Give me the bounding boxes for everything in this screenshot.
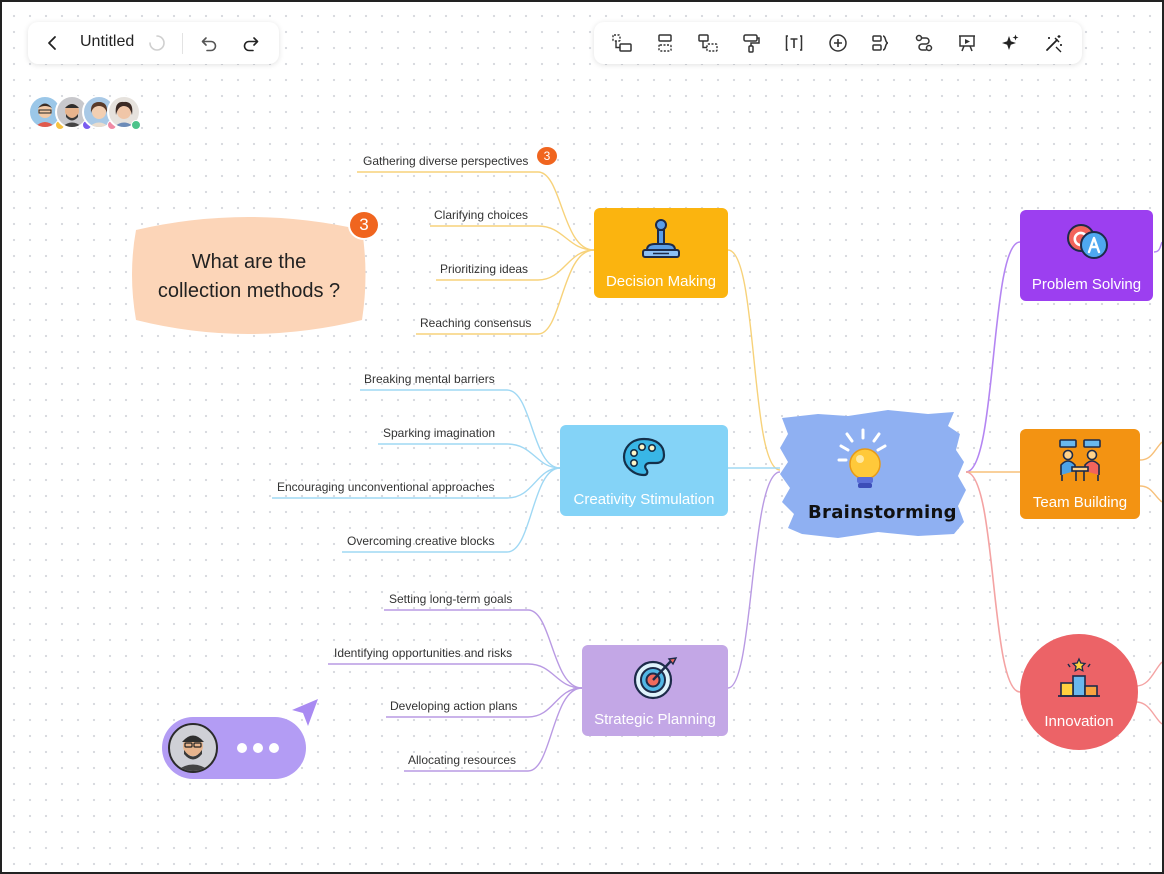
text-box-icon[interactable] [782,32,806,54]
leaf-prioritizing-ideas[interactable]: Prioritizing ideas [440,262,528,276]
team-meeting-icon [1056,437,1104,487]
node-problem-solving[interactable]: Problem Solving [1020,210,1153,301]
node-creativity-stimulation[interactable]: Creativity Stimulation [560,425,728,516]
undo-icon[interactable] [198,32,220,54]
node-label: Team Building [1032,494,1128,511]
typing-dots-icon [236,741,280,755]
center-node-label: Brainstorming [808,502,957,523]
lightbulb-icon [835,428,891,494]
mindmap-canvas[interactable]: Untitled What are the collection methods… [0,0,1164,874]
leaf-opportunities-risks[interactable]: Identifying opportunities and risks [334,646,512,660]
chat-typing-bubble[interactable] [162,717,306,779]
comment-count-badge[interactable]: 3 [348,210,380,240]
collaborator-cursor-icon [288,696,322,730]
node-label: Strategic Planning [594,711,716,728]
chat-user-avatar [168,723,218,773]
toolbar-divider [182,33,183,54]
insert-subtopic-icon[interactable] [610,32,634,54]
leaf-long-term-goals[interactable]: Setting long-term goals [389,592,512,606]
leaf-breaking-barriers[interactable]: Breaking mental barriers [364,372,495,386]
target-icon [631,655,679,705]
loading-spinner-icon [147,33,167,53]
leaf-overcoming-blocks[interactable]: Overcoming creative blocks [347,534,494,548]
relationship-icon[interactable] [912,32,936,54]
mindmap-toolbar [594,22,1082,64]
presentation-icon[interactable] [955,32,979,54]
stamp-icon [637,216,685,268]
node-label: Creativity Stimulation [573,491,715,508]
leaf-allocating-resources[interactable]: Allocating resources [408,753,516,767]
format-painter-icon[interactable] [739,32,763,54]
node-decision-making[interactable]: Decision Making [594,208,728,298]
redo-icon[interactable] [240,32,262,54]
node-label: Problem Solving [1031,276,1142,293]
node-team-building[interactable]: Team Building [1020,429,1140,519]
summary-icon[interactable] [869,32,893,54]
comment-line-1: What are the [191,251,307,273]
leaf-sparking-imagination[interactable]: Sparking imagination [383,426,495,440]
collaborator-status-dot [131,120,141,130]
leaf-clarifying-choices[interactable]: Clarifying choices [434,208,528,222]
insert-parent-icon[interactable] [696,32,720,54]
title-toolbar: Untitled [28,22,279,64]
add-icon[interactable] [826,32,850,54]
ai-sparkle-icon[interactable] [998,32,1022,54]
leaf-unconventional-approaches[interactable]: Encouraging unconventional approaches [277,480,495,494]
node-strategic-planning[interactable]: Strategic Planning [582,645,728,736]
leaf-gathering-perspectives[interactable]: Gathering diverse perspectives [363,154,528,168]
insert-sibling-icon[interactable] [653,32,677,54]
magic-wand-icon[interactable] [1042,32,1066,54]
document-title[interactable]: Untitled [80,33,134,51]
leaf-action-plans[interactable]: Developing action plans [390,699,517,713]
comment-note-text: What are the collection methods ? [130,248,368,306]
back-icon[interactable] [42,32,64,54]
node-innovation[interactable]: Innovation [1020,634,1138,750]
comment-line-2: collection methods ? [157,280,341,302]
podium-icon [1056,656,1102,704]
leaf-comment-badge[interactable]: 3 [537,147,557,165]
leaf-reaching-consensus[interactable]: Reaching consensus [420,316,531,330]
palette-icon [620,435,668,483]
node-label: Decision Making [605,273,717,290]
node-label: Innovation [1044,713,1114,730]
chat-bubbles-icon [1063,220,1111,268]
